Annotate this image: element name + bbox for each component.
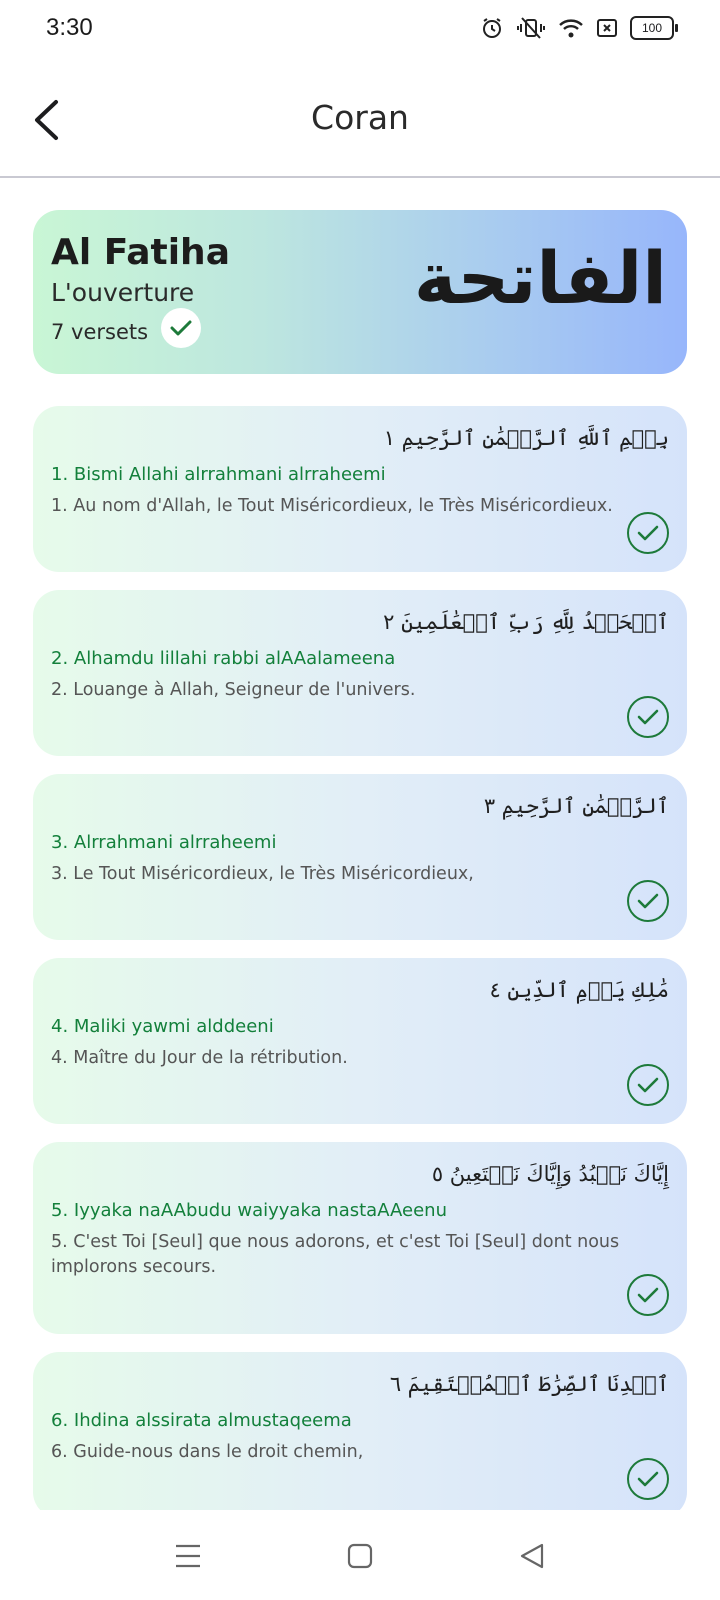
verse-transliteration: 3. Alrrahmani alrraheemi (51, 832, 277, 853)
nav-home-button[interactable] (338, 1536, 382, 1576)
surah-verse-count: 7 versets (51, 320, 149, 344)
verse-check-button[interactable] (627, 512, 669, 554)
mute-vibrate-icon (517, 17, 545, 39)
verse-translation: 5. C'est Toi [Seul] que nous adorons, et… (51, 1232, 620, 1277)
verse-list[interactable]: بِسۡمِ ٱللَّهِ ٱلرَّحۡمَٰنِ ٱلرَّحِيمِ ١… (33, 406, 687, 1510)
verse-card[interactable]: ٱلرَّحۡمَٰنِ ٱلرَّحِيمِ ٣ 3. Alrrahmani … (33, 774, 687, 940)
nav-back-button[interactable] (510, 1536, 554, 1576)
verse-arabic: بِسۡمِ ٱللَّهِ ٱلرَّحۡمَٰنِ ٱلرَّحِيمِ ١ (383, 426, 669, 450)
verse-translation: 3. Le Tout Miséricordieux, le Très Misér… (51, 864, 474, 884)
verse-card[interactable]: ٱهۡدِنَا ٱلصِّرَٰطَ ٱلۡمُسۡتَقِيمَ ٦ 6. … (33, 1352, 687, 1510)
system-nav-bar (0, 1510, 720, 1600)
menu-icon (176, 1544, 200, 1568)
verse-transliteration: 2. Alhamdu lillahi rabbi alAAalameena (51, 648, 396, 669)
sim-error-icon (597, 19, 617, 37)
verse-check-button[interactable] (627, 1458, 669, 1500)
verse-arabic: إِيَّاكَ نَعۡبُدُ وَإِيَّاكَ نَسۡتَعِينُ… (431, 1162, 669, 1186)
triangle-back-icon (520, 1543, 544, 1569)
status-time: 3:30 (46, 14, 93, 41)
surah-completed-badge[interactable] (161, 308, 201, 348)
nav-menu-button[interactable] (166, 1536, 210, 1576)
verse-arabic: ٱلۡحَمۡدُ لِلَّهِ رَبِّ ٱلۡعَٰلَمِينَ ٢ (383, 610, 669, 634)
check-icon (637, 525, 659, 541)
verse-check-button[interactable] (627, 880, 669, 922)
battery-indicator: 100 (630, 16, 678, 40)
surah-arabic-name: الفاتحة (413, 236, 667, 320)
verse-card[interactable]: إِيَّاكَ نَعۡبُدُ وَإِيَّاكَ نَسۡتَعِينُ… (33, 1142, 687, 1334)
app-bar: Coran (0, 64, 720, 178)
verse-transliteration: 5. Iyyaka naAAbudu waiyyaka nastaAAeenu (51, 1200, 447, 1221)
page-title: Coran (311, 98, 409, 137)
surah-name: Al Fatiha (51, 232, 230, 273)
verse-arabic: مَٰلِكِ يَوۡمِ ٱلدِّينِ ٤ (489, 978, 669, 1002)
verse-translation: 4. Maître du Jour de la rétribution. (51, 1048, 348, 1068)
alarm-icon (483, 18, 501, 38)
check-icon (637, 1471, 659, 1487)
square-icon (347, 1543, 373, 1569)
verse-card[interactable]: مَٰلِكِ يَوۡمِ ٱلدِّينِ ٤ 4. Maliki yawm… (33, 958, 687, 1124)
verse-check-button[interactable] (627, 1064, 669, 1106)
verse-arabic: ٱهۡدِنَا ٱلصِّرَٰطَ ٱلۡمُسۡتَقِيمَ ٦ (389, 1372, 669, 1396)
verse-arabic: ٱلرَّحۡمَٰنِ ٱلرَّحِيمِ ٣ (483, 794, 669, 818)
verse-translation: 6. Guide-nous dans le droit chemin, (51, 1442, 364, 1462)
verse-check-button[interactable] (627, 1274, 669, 1316)
verse-transliteration: 6. Ihdina alssirata almustaqeema (51, 1410, 352, 1431)
wifi-icon (559, 19, 583, 38)
status-icons: 100 (480, 16, 678, 40)
verse-check-button[interactable] (627, 696, 669, 738)
verse-card[interactable]: بِسۡمِ ٱللَّهِ ٱلرَّحۡمَٰنِ ٱلرَّحِيمِ ١… (33, 406, 687, 572)
verse-translation: 2. Louange à Allah, Seigneur de l'univer… (51, 680, 416, 700)
check-icon (637, 709, 659, 725)
check-icon (170, 320, 192, 336)
check-icon (637, 1287, 659, 1303)
surah-meaning: L'ouverture (51, 278, 195, 307)
check-icon (637, 893, 659, 909)
verse-translation: 1. Au nom d'Allah, le Tout Miséricordieu… (51, 496, 613, 516)
verse-transliteration: 1. Bismi Allahi alrrahmani alrraheemi (51, 464, 386, 485)
status-bar: 3:30 100 (0, 0, 720, 64)
surah-header-card: Al Fatiha L'ouverture 7 versets الفاتحة (33, 210, 687, 374)
check-icon (637, 1077, 659, 1093)
verse-card[interactable]: ٱلۡحَمۡدُ لِلَّهِ رَبِّ ٱلۡعَٰلَمِينَ ٢ … (33, 590, 687, 756)
verse-transliteration: 4. Maliki yawmi alddeeni (51, 1016, 274, 1037)
